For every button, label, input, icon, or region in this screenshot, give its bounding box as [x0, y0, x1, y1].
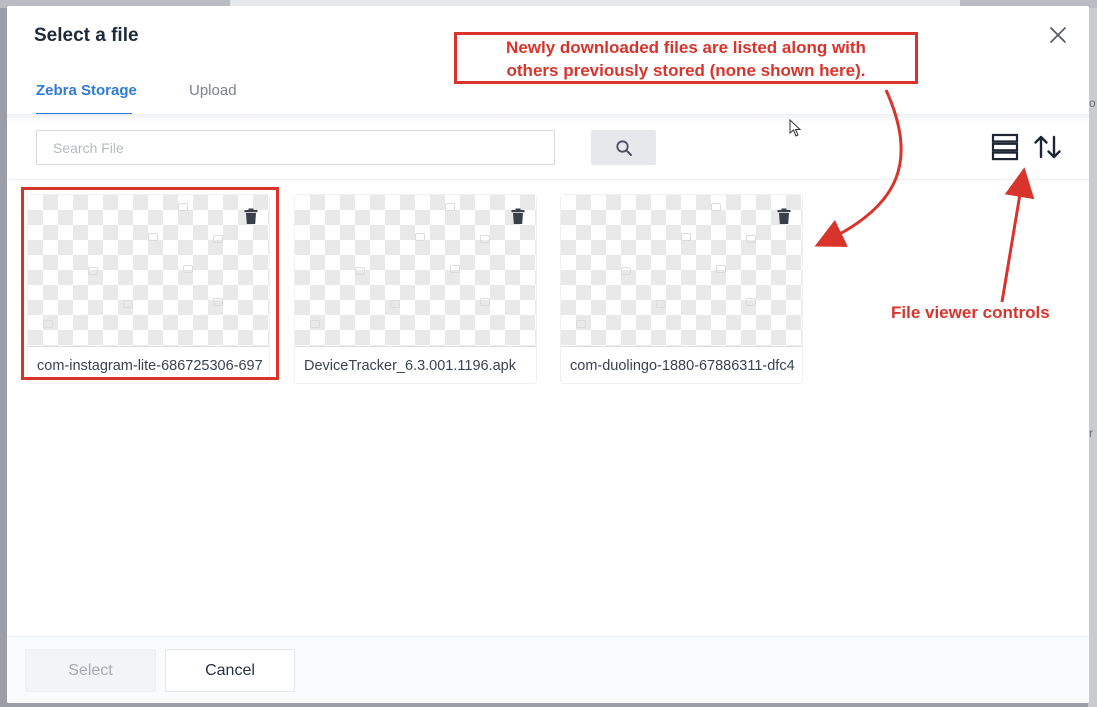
trash-icon[interactable]	[243, 208, 259, 225]
tab-upload[interactable]: Upload	[189, 82, 237, 99]
annotation-controls-label: File viewer controls	[891, 303, 1050, 322]
thumb-ghost-glyph	[656, 300, 666, 308]
thumb-ghost-glyph	[621, 267, 631, 275]
annotation-callout: Newly downloaded files are listed along …	[454, 32, 918, 84]
thumb-ghost-glyph	[480, 298, 490, 306]
search-button[interactable]	[591, 130, 656, 165]
thumb-ghost-glyph	[390, 300, 400, 308]
file-thumbnail	[295, 195, 536, 347]
thumb-ghost-glyph	[445, 203, 455, 211]
file-card[interactable]: com-instagram-lite-686725306-697	[27, 194, 270, 384]
trash-icon[interactable]	[510, 208, 526, 225]
thumb-ghost-glyph	[746, 298, 756, 306]
list-view-toggle[interactable]	[991, 133, 1019, 161]
close-icon	[1050, 27, 1066, 43]
cancel-button[interactable]: Cancel	[165, 649, 295, 692]
file-thumbnail	[561, 195, 802, 347]
thumb-ghost-glyph	[415, 233, 425, 241]
callout-line: Newly downloaded files are listed along …	[506, 38, 866, 57]
mouse-cursor-icon	[789, 119, 802, 137]
tab-bar-shadow	[7, 114, 1089, 122]
callout-line: others previously stored (none shown her…	[506, 61, 866, 80]
thumb-ghost-glyph	[178, 203, 188, 211]
dialog-title: Select a file	[34, 25, 139, 46]
thumb-ghost-glyph	[43, 320, 53, 328]
thumb-ghost-glyph	[183, 265, 193, 273]
thumb-ghost-glyph	[480, 235, 490, 243]
backdrop-glyph: o	[1089, 96, 1096, 110]
sort-icon	[1034, 135, 1061, 159]
thumb-ghost-glyph	[310, 320, 320, 328]
backdrop-glyph: r	[1089, 426, 1093, 440]
thumb-ghost-glyph	[213, 298, 223, 306]
file-name: com-instagram-lite-686725306-697	[37, 358, 263, 374]
thumb-ghost-glyph	[450, 265, 460, 273]
sort-toggle[interactable]	[1033, 133, 1063, 161]
toolbar-divider	[7, 179, 1089, 180]
file-name: DeviceTracker_6.3.001.1196.apk	[304, 358, 516, 374]
thumb-ghost-glyph	[355, 267, 365, 275]
select-file-dialog: Select a file Zebra Storage Upload Searc…	[7, 6, 1089, 703]
file-name: com-duolingo-1880-67886311-dfc4	[570, 358, 795, 374]
search-input[interactable]	[36, 130, 555, 165]
thumb-ghost-glyph	[123, 300, 133, 308]
thumb-ghost-glyph	[148, 233, 158, 241]
list-view-icon	[991, 133, 1019, 161]
file-thumbnail	[28, 195, 269, 347]
thumb-ghost-glyph	[213, 235, 223, 243]
close-button[interactable]	[1047, 24, 1069, 46]
backdrop-right: o r	[1088, 8, 1097, 707]
select-button[interactable]: Select	[25, 649, 156, 692]
file-card[interactable]: com-duolingo-1880-67886311-dfc4	[560, 194, 803, 384]
thumb-ghost-glyph	[576, 320, 586, 328]
thumb-ghost-glyph	[681, 233, 691, 241]
file-card[interactable]: DeviceTracker_6.3.001.1196.apk	[294, 194, 537, 384]
thumb-ghost-glyph	[746, 235, 756, 243]
thumb-ghost-glyph	[88, 267, 98, 275]
thumb-ghost-glyph	[716, 265, 726, 273]
search-icon	[615, 139, 632, 156]
thumb-ghost-glyph	[711, 203, 721, 211]
tab-zebra-storage[interactable]: Zebra Storage	[36, 82, 137, 99]
trash-icon[interactable]	[776, 208, 792, 225]
